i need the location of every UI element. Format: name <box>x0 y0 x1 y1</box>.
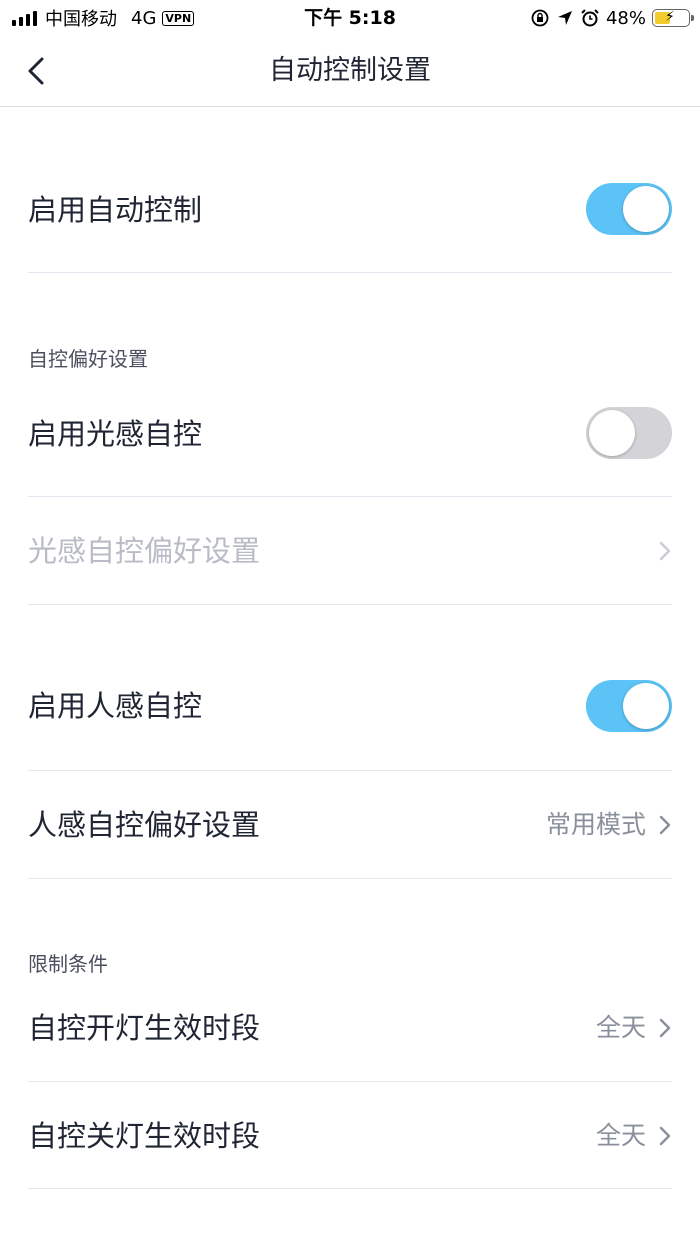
off-period-value: 全天 <box>595 1121 646 1150</box>
motion-control-row: 启用人感自控 <box>28 652 672 771</box>
on-period-label: 自控开灯生效时段 <box>28 1011 261 1045</box>
battery-icon: ⚡ <box>652 9 694 27</box>
motion-pref-label: 人感自控偏好设置 <box>28 808 261 842</box>
light-control-toggle[interactable] <box>586 407 672 459</box>
section-header-limits: 限制条件 <box>28 952 108 976</box>
orientation-lock-icon <box>531 9 549 27</box>
page-title: 自动控制设置 <box>269 55 431 86</box>
auto-control-toggle[interactable] <box>586 183 672 235</box>
section-header-preferences: 自控偏好设置 <box>28 347 148 371</box>
chevron-right-icon <box>659 1018 671 1038</box>
light-control-label: 启用光感自控 <box>28 417 203 451</box>
location-icon <box>557 11 572 25</box>
on-period-row[interactable]: 自控开灯生效时段 全天 <box>28 980 672 1082</box>
light-pref-label: 光感自控偏好设置 <box>28 534 261 568</box>
light-control-row: 启用光感自控 <box>28 380 672 497</box>
status-bar: 中国移动 4G VPN 下午 5:18 48% ⚡ <box>0 0 700 36</box>
motion-control-label: 启用人感自控 <box>28 689 203 723</box>
motion-control-toggle[interactable] <box>586 680 672 732</box>
auto-control-label: 启用自动控制 <box>28 193 203 227</box>
chevron-right-icon <box>659 541 671 561</box>
chevron-right-icon <box>659 815 671 835</box>
motion-pref-row[interactable]: 人感自控偏好设置 常用模式 <box>28 771 672 879</box>
light-pref-row[interactable]: 光感自控偏好设置 <box>28 497 672 605</box>
off-period-row[interactable]: 自控关灯生效时段 全天 <box>28 1082 672 1189</box>
alarm-icon <box>581 9 599 27</box>
battery-percent: 48% <box>605 7 646 29</box>
chevron-right-icon <box>659 1126 671 1146</box>
nav-bar: 自动控制设置 <box>0 36 700 107</box>
auto-control-row: 启用自动控制 <box>28 148 672 273</box>
on-period-value: 全天 <box>595 1013 646 1042</box>
motion-pref-value: 常用模式 <box>545 810 646 839</box>
off-period-label: 自控关灯生效时段 <box>28 1119 261 1153</box>
